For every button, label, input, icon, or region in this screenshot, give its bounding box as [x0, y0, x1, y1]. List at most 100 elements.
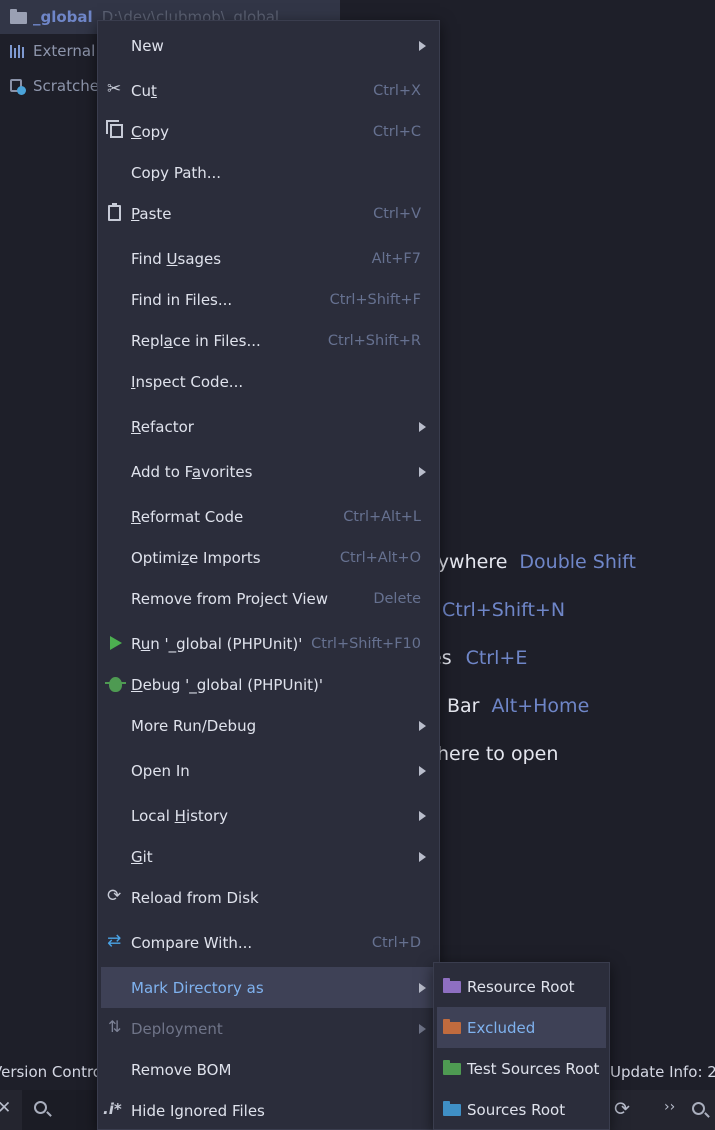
menu-item-copy-path[interactable]: Copy Path...	[101, 152, 437, 193]
search-field[interactable]	[22, 1090, 100, 1130]
submenu-item-label: Excluded	[467, 1018, 536, 1037]
menu-item-add-to-favorites[interactable]: Add to Favorites	[101, 451, 437, 492]
menu-item-hide-ignored-files[interactable]: .i* Hide Ignored Files	[101, 1090, 437, 1130]
submenu-item-label: Test Sources Root	[467, 1059, 600, 1078]
version-control-tab[interactable]: Version Control	[0, 1063, 106, 1081]
submenu-item-sources-root[interactable]: Sources Root	[437, 1089, 606, 1130]
mark-directory-submenu: Resource Root Excluded Test Sources Root…	[433, 962, 610, 1130]
tree-item-label: External	[33, 42, 96, 60]
menu-item-label: Reload from Disk	[131, 888, 259, 907]
menu-item-reload-from-disk[interactable]: ⟳ Reload from Disk	[101, 877, 437, 918]
hint-text: here to open	[437, 743, 559, 765]
menu-item-refactor[interactable]: Refactor	[101, 406, 437, 447]
menu-item-mark-directory-as[interactable]: Mark Directory as	[101, 967, 437, 1008]
menu-item-label: Inspect Code...	[131, 372, 244, 391]
menu-item-label: Mark Directory as	[131, 978, 264, 997]
menu-item-remove-bom[interactable]: Remove BOM	[101, 1049, 437, 1090]
close-icon[interactable]: ✕	[0, 1098, 11, 1118]
menu-item-label: Run '_global (PHPUnit)'	[131, 634, 303, 653]
submenu-item-resource-root[interactable]: Resource Root	[437, 966, 606, 1007]
deployment-icon: ⇅	[108, 1017, 122, 1036]
reload-icon: ⟳	[107, 886, 122, 906]
hint-text: Bar	[447, 695, 480, 717]
menu-item-label: Local History	[131, 806, 229, 825]
menu-item-cut[interactable]: ✂ Cut Ctrl+X	[101, 70, 437, 111]
menu-item-local-history[interactable]: Local History	[101, 795, 437, 836]
search-icon[interactable]	[692, 1102, 705, 1115]
menu-item-remove-from-project-view[interactable]: Remove from Project View Delete	[101, 578, 437, 619]
hint-drop-files: here to open	[437, 743, 558, 765]
submenu-item-label: Resource Root	[467, 977, 575, 996]
menu-item-replace-in-files[interactable]: Replace in Files... Ctrl+Shift+R	[101, 320, 437, 361]
menu-item-shortcut: Delete	[373, 590, 421, 607]
copy-icon	[106, 120, 123, 138]
hint-text: rywhere	[430, 551, 508, 573]
scratches-icon	[9, 78, 27, 95]
submenu-arrow-icon	[419, 810, 426, 821]
chevron-more-icon[interactable]: ››	[664, 1099, 675, 1115]
menu-item-label: Refactor	[131, 417, 194, 436]
menu-item-debug[interactable]: Debug '_global (PHPUnit)'	[101, 664, 437, 705]
compare-icon: ⇄	[107, 931, 122, 951]
menu-item-open-in[interactable]: Open In	[101, 750, 437, 791]
search-icon	[34, 1101, 47, 1114]
hint-key: Double Shift	[519, 551, 636, 573]
menu-item-reformat-code[interactable]: Reformat Code Ctrl+Alt+L	[101, 496, 437, 537]
menu-item-inspect-code[interactable]: Inspect Code...	[101, 361, 437, 402]
menu-item-label: Open In	[131, 761, 190, 780]
submenu-item-label: Sources Root	[467, 1100, 566, 1119]
menu-item-label: Find Usages	[131, 249, 222, 268]
submenu-arrow-icon	[419, 466, 426, 477]
folder-icon	[443, 1019, 461, 1034]
submenu-item-test-sources-root[interactable]: Test Sources Root	[437, 1048, 606, 1089]
menu-item-find-usages[interactable]: Find Usages Alt+F7	[101, 238, 437, 279]
folder-icon	[443, 1101, 461, 1116]
hint-navigation-bar: Bar Alt+Home	[447, 695, 589, 717]
hint-key: Alt+Home	[491, 695, 590, 717]
menu-item-label: Git	[131, 847, 153, 866]
menu-item-run[interactable]: Run '_global (PHPUnit)' Ctrl+Shift+F10	[101, 623, 437, 664]
menu-item-shortcut: Ctrl+Alt+O	[339, 549, 421, 566]
menu-item-shortcut: Ctrl+Shift+F10	[311, 635, 421, 652]
menu-item-more-run-debug[interactable]: More Run/Debug	[101, 705, 437, 746]
menu-item-deployment[interactable]: ⇅ Deployment	[101, 1008, 437, 1049]
menu-item-label: Cut	[131, 81, 157, 100]
menu-item-paste[interactable]: Paste Ctrl+V	[101, 193, 437, 234]
menu-item-new[interactable]: New	[101, 25, 437, 66]
menu-item-label: Hide Ignored Files	[131, 1101, 265, 1120]
menu-item-label: Copy	[131, 122, 170, 141]
folder-icon	[443, 978, 461, 993]
menu-item-label: Replace in Files...	[131, 331, 261, 350]
menu-item-shortcut: Alt+F7	[371, 250, 421, 267]
menu-item-label: Compare With...	[131, 933, 253, 952]
scissors-icon: ✂	[107, 79, 122, 99]
menu-item-find-in-files[interactable]: Find in Files... Ctrl+Shift+F	[101, 279, 437, 320]
menu-item-label: Deployment	[131, 1019, 223, 1038]
menu-item-label: Find in Files...	[131, 290, 233, 309]
submenu-arrow-icon	[419, 851, 426, 862]
menu-item-optimize-imports[interactable]: Optimize Imports Ctrl+Alt+O	[101, 537, 437, 578]
submenu-arrow-icon	[419, 720, 426, 731]
refresh-icon[interactable]: ⟳	[614, 1098, 630, 1120]
hint-key: Ctrl+Shift+N	[442, 599, 566, 621]
menu-item-shortcut: Ctrl+Alt+L	[343, 508, 421, 525]
update-info-text[interactable]: Update Info: 20	[610, 1063, 715, 1081]
hint-key: Ctrl+E	[465, 647, 528, 669]
menu-item-copy[interactable]: Copy Ctrl+C	[101, 111, 437, 152]
menu-item-git[interactable]: Git	[101, 836, 437, 877]
submenu-arrow-icon	[419, 765, 426, 776]
menu-item-label: Paste	[131, 204, 172, 223]
menu-item-label: Remove BOM	[131, 1060, 232, 1079]
project-tree: _global D:\dev\clubmob\_global External …	[0, 0, 340, 1055]
menu-item-label: Reformat Code	[131, 507, 244, 526]
folder-icon	[443, 1060, 461, 1075]
menu-item-label: Add to Favorites	[131, 462, 253, 481]
folder-icon	[9, 9, 27, 25]
hint-goto-file: Ctrl+Shift+N	[430, 599, 565, 621]
submenu-item-excluded[interactable]: Excluded	[437, 1007, 606, 1048]
menu-item-compare-with[interactable]: ⇄ Compare With... Ctrl+D	[101, 922, 437, 963]
menu-item-label: Remove from Project View	[131, 589, 328, 608]
hint-recent-files: es Ctrl+E	[430, 647, 527, 669]
ignore-icon: .i*	[103, 1100, 122, 1118]
hint-search-everywhere: rywhere Double Shift	[430, 551, 636, 573]
